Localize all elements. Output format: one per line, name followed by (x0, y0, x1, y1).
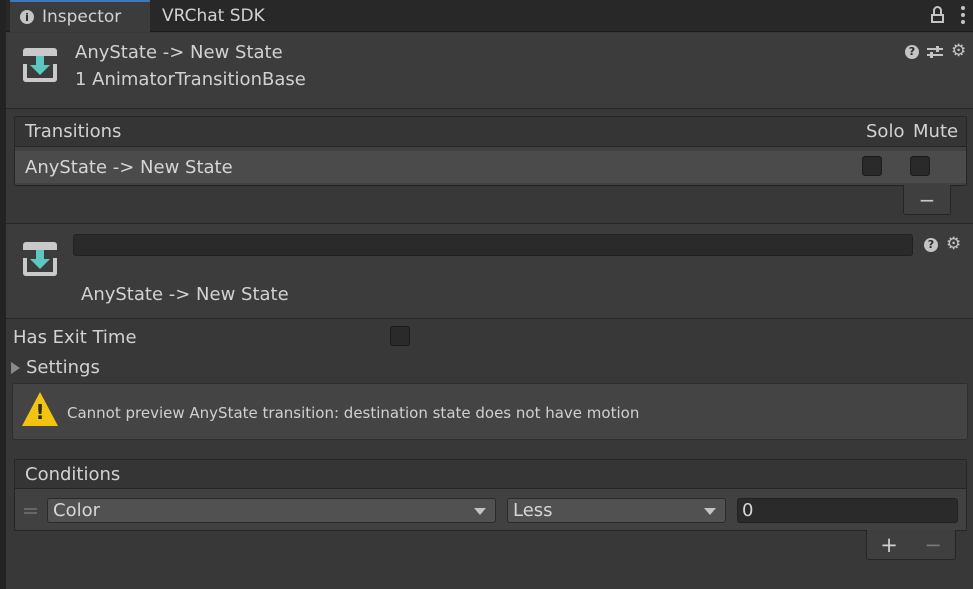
condition-threshold-field[interactable]: 0 (737, 498, 958, 523)
settings-foldout[interactable]: Settings (11, 357, 100, 378)
presets-icon[interactable] (927, 45, 943, 59)
chevron-down-icon (474, 508, 486, 515)
condition-parameter-dropdown[interactable]: Color (47, 498, 496, 523)
solo-checkbox[interactable] (862, 156, 882, 176)
gear-icon[interactable]: ⚙ (951, 43, 966, 60)
remove-condition-button[interactable]: − (924, 533, 942, 557)
condition-mode-dropdown[interactable]: Less (507, 498, 726, 523)
transition-base-header: AnyState -> New State 1 AnimatorTransiti… (6, 33, 973, 109)
help-icon[interactable]: ? (905, 44, 919, 59)
conditions-list: Conditions Color Less 0 (14, 459, 967, 531)
foldout-arrow-icon (11, 362, 20, 374)
drag-handle-icon[interactable] (24, 508, 37, 514)
tab-vrchat-sdk[interactable]: VRChat SDK (162, 0, 265, 32)
header-title: AnyState -> New State (75, 42, 283, 63)
more-menu-icon[interactable] (961, 6, 965, 24)
tab-inspector[interactable]: i Inspector (10, 0, 150, 32)
has-exit-time-checkbox[interactable] (390, 326, 410, 346)
conditions-header-label: Conditions (25, 464, 121, 485)
inspector-window: i Inspector VRChat SDK AnyState -> New S… (6, 0, 973, 589)
settings-label: Settings (26, 357, 100, 378)
transition-header-icons: ? ⚙ (924, 236, 961, 253)
mute-column-label: Mute (913, 121, 959, 142)
transition-row[interactable]: AnyState -> New State (15, 151, 966, 183)
warning-icon: ! (22, 392, 58, 428)
gear-icon[interactable]: ⚙ (946, 236, 961, 253)
header-subtitle: 1 AnimatorTransitionBase (75, 69, 306, 90)
tab-inspector-label: Inspector (42, 7, 122, 27)
mute-checkbox[interactable] (910, 156, 930, 176)
has-exit-time-label: Has Exit Time (13, 327, 137, 348)
transition-icon (23, 242, 57, 276)
transitions-list: Transitions Solo Mute AnyState -> New St… (14, 116, 967, 186)
chevron-down-icon (704, 508, 716, 515)
solo-column-label: Solo (866, 121, 905, 142)
has-exit-time-row: Has Exit Time (13, 327, 137, 348)
condition-parameter-value: Color (53, 500, 100, 521)
tab-vrchat-sdk-label: VRChat SDK (162, 6, 265, 26)
conditions-list-header: Conditions (15, 460, 966, 489)
transition-name-field[interactable] (73, 234, 913, 256)
tab-bar: i Inspector VRChat SDK (6, 0, 973, 32)
remove-transition-button[interactable]: − (903, 185, 951, 215)
transition-header: AnyState -> New State ? ⚙ (6, 223, 973, 319)
add-condition-button[interactable]: + (880, 533, 898, 557)
info-icon: i (20, 10, 34, 24)
header-icons: ? ⚙ (905, 43, 966, 60)
warning-helpbox: ! Cannot preview AnyState transition: de… (12, 383, 968, 440)
transition-title: AnyState -> New State (81, 284, 289, 305)
conditions-footer: + − (866, 530, 956, 560)
help-icon[interactable]: ? (924, 237, 938, 252)
tab-bar-controls (931, 6, 965, 24)
lock-icon[interactable] (931, 6, 945, 24)
warning-message: Cannot preview AnyState transition: dest… (67, 404, 640, 422)
transition-row-label: AnyState -> New State (25, 157, 233, 178)
condition-mode-value: Less (513, 500, 553, 521)
transition-icon (23, 48, 57, 82)
transitions-header-label: Transitions (25, 121, 122, 142)
transitions-list-header: Transitions Solo Mute (15, 117, 966, 147)
